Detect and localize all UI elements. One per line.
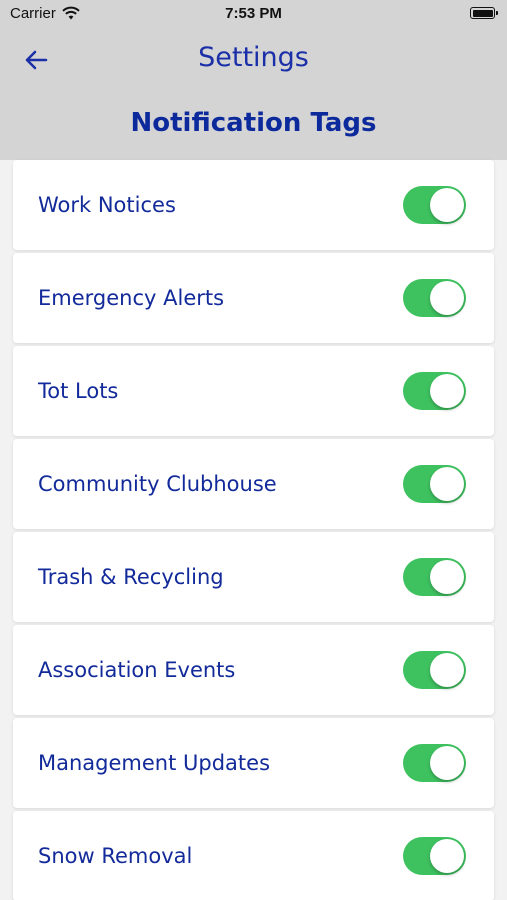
trash-recycling-toggle[interactable] xyxy=(403,558,466,596)
toggle-knob xyxy=(430,467,464,501)
nav-bar: Settings xyxy=(0,30,507,86)
tag-label: Community Clubhouse xyxy=(38,472,277,496)
tot-lots-toggle[interactable] xyxy=(403,372,466,410)
toggle-knob xyxy=(430,281,464,315)
toggle-knob xyxy=(430,653,464,687)
tag-label: Snow Removal xyxy=(38,844,193,868)
toggle-knob xyxy=(430,839,464,873)
tag-row-community-clubhouse: Community Clubhouse xyxy=(13,439,494,529)
community-clubhouse-toggle[interactable] xyxy=(403,465,466,503)
tag-row-emergency-alerts: Emergency Alerts xyxy=(13,253,494,343)
status-time: 7:53 PM xyxy=(225,5,282,22)
association-events-toggle[interactable] xyxy=(403,651,466,689)
status-bar: Carrier 7:53 PM xyxy=(0,0,507,28)
tag-row-work-notices: Work Notices xyxy=(13,160,494,250)
tag-row-tot-lots: Tot Lots xyxy=(13,346,494,436)
toggle-knob xyxy=(430,374,464,408)
toggle-knob xyxy=(430,746,464,780)
tag-label: Trash & Recycling xyxy=(38,565,224,589)
tag-row-association-events: Association Events xyxy=(13,625,494,715)
toggle-knob xyxy=(430,188,464,222)
toggle-knob xyxy=(430,560,464,594)
page-title: Settings xyxy=(198,42,309,73)
tag-label: Emergency Alerts xyxy=(38,286,225,310)
tag-label: Management Updates xyxy=(38,751,271,775)
section-title: Notification Tags xyxy=(130,108,377,138)
tag-label: Tot Lots xyxy=(38,379,119,403)
work-notices-toggle[interactable] xyxy=(403,186,466,224)
battery-icon xyxy=(470,7,498,19)
tag-row-trash-recycling: Trash & Recycling xyxy=(13,532,494,622)
tag-label: Association Events xyxy=(38,658,236,682)
snow-removal-toggle[interactable] xyxy=(403,837,466,875)
management-updates-toggle[interactable] xyxy=(403,744,466,782)
tag-row-management-updates: Management Updates xyxy=(13,718,494,808)
tag-label: Work Notices xyxy=(38,193,176,217)
tag-row-snow-removal: Snow Removal xyxy=(13,811,494,900)
emergency-alerts-toggle[interactable] xyxy=(403,279,466,317)
notification-tags-list: Work Notices Emergency Alerts Tot Lots C… xyxy=(13,160,494,900)
header: Carrier 7:53 PM Settings Notification Ta… xyxy=(0,0,507,160)
